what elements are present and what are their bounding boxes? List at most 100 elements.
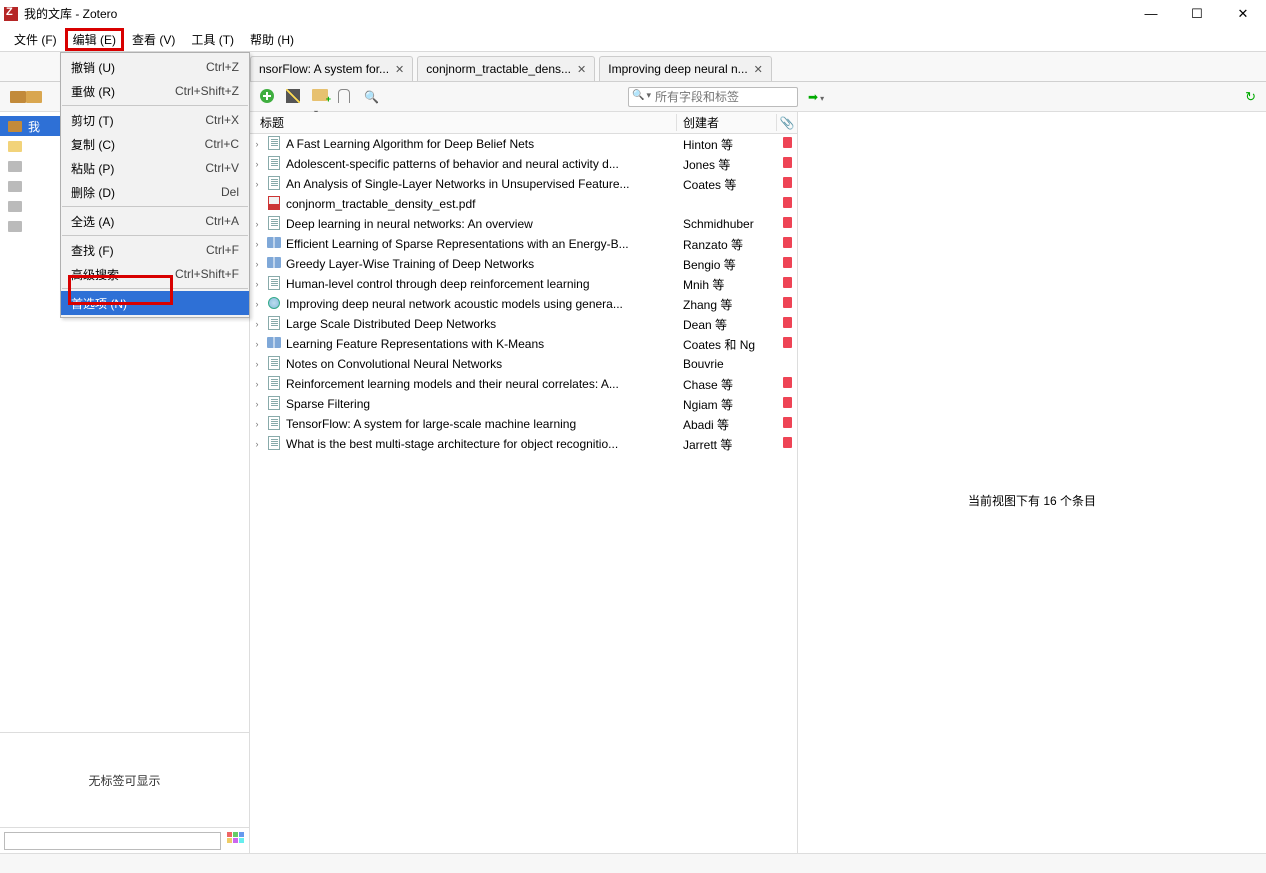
table-row[interactable]: ›An Analysis of Single-Layer Networks in… — [250, 174, 797, 194]
item-title: Learning Feature Representations with K-… — [284, 337, 677, 351]
item-attachment-icon — [777, 297, 797, 311]
item-title: Greedy Layer-Wise Training of Deep Netwo… — [284, 257, 677, 271]
trash-icon — [8, 221, 22, 232]
menu-edit[interactable]: 编辑 (E) — [65, 28, 124, 51]
item-title: Notes on Convolutional Neural Networks — [284, 357, 677, 371]
expand-icon[interactable]: › — [250, 439, 264, 449]
table-row[interactable]: › Reinforcement learning models and their… — [250, 374, 797, 394]
item-creator: Dean 等 — [677, 316, 777, 333]
item-title: Deep learning in neural networks: An ove… — [284, 217, 677, 231]
menu-separator — [62, 288, 248, 289]
item-type-icon — [264, 136, 284, 153]
item-attachment-icon — [777, 197, 797, 211]
menu-preferences[interactable]: 首选项 (N) — [61, 291, 249, 315]
table-row[interactable]: ›Large Scale Distributed Deep NetworksDe… — [250, 314, 797, 334]
menu-redo[interactable]: 重做 (R) Ctrl+Shift+Z — [61, 79, 249, 103]
menu-find[interactable]: 查找 (F) Ctrl+F — [61, 238, 249, 262]
new-collection-icon[interactable] — [10, 91, 26, 103]
maximize-button[interactable]: ☐ — [1174, 0, 1220, 27]
table-row[interactable]: ›Human-level control through deep reinfo… — [250, 274, 797, 294]
column-header-title[interactable]: 标题 — [250, 114, 677, 131]
expand-icon[interactable]: › — [250, 419, 264, 429]
library-icon — [8, 121, 22, 132]
advanced-search-icon[interactable]: 🔍 — [364, 90, 379, 104]
expand-icon[interactable]: › — [250, 259, 264, 269]
close-button[interactable]: ✕ — [1220, 0, 1266, 27]
menu-paste[interactable]: 粘贴 (P) Ctrl+V — [61, 156, 249, 180]
new-note-button[interactable] — [312, 89, 328, 105]
search-mode-dropdown-icon[interactable]: ▾ — [632, 90, 651, 101]
menu-delete[interactable]: 删除 (D) Del — [61, 180, 249, 204]
close-icon[interactable]: ✕ — [754, 63, 763, 76]
expand-icon[interactable]: › — [250, 219, 264, 229]
tag-color-grid-icon[interactable] — [227, 832, 245, 850]
items-column-headers: 标题 创建者 📎 — [250, 112, 797, 134]
item-type-icon — [264, 216, 284, 233]
edit-menu-dropdown: 撤销 (U) Ctrl+Z 重做 (R) Ctrl+Shift+Z 剪切 (T)… — [60, 52, 250, 318]
sync-icon[interactable]: ↻ — [1245, 89, 1256, 105]
locate-button[interactable]: ➡ — [808, 90, 824, 104]
expand-icon[interactable]: › — [250, 359, 264, 369]
item-attachment-icon — [777, 437, 797, 451]
tab-item[interactable]: nsorFlow: A system for... ✕ — [250, 56, 413, 81]
item-title: Reinforcement learning models and their … — [284, 377, 677, 391]
item-attachment-icon — [777, 137, 797, 151]
minimize-button[interactable]: — — [1128, 0, 1174, 27]
expand-icon[interactable]: › — [250, 379, 264, 389]
menu-cut[interactable]: 剪切 (T) Ctrl+X — [61, 108, 249, 132]
menu-help[interactable]: 帮助 (H) — [242, 28, 302, 51]
add-attachment-button[interactable] — [338, 89, 354, 105]
item-title: What is the best multi-stage architectur… — [284, 437, 677, 451]
item-attachment-icon — [777, 157, 797, 171]
column-header-creator[interactable]: 创建者 — [677, 114, 777, 131]
tab-item[interactable]: conjnorm_tractable_dens... ✕ — [417, 56, 595, 81]
menu-file[interactable]: 文件 (F) — [6, 28, 65, 51]
table-row[interactable]: ›A Fast Learning Algorithm for Deep Beli… — [250, 134, 797, 154]
expand-icon[interactable]: › — [250, 339, 264, 349]
expand-icon[interactable]: › — [250, 179, 264, 189]
item-creator: Ngiam 等 — [677, 396, 777, 413]
menu-view[interactable]: 查看 (V) — [124, 28, 183, 51]
expand-icon[interactable]: › — [250, 279, 264, 289]
close-icon[interactable]: ✕ — [577, 63, 586, 76]
expand-icon[interactable]: › — [250, 319, 264, 329]
new-library-icon[interactable] — [26, 91, 42, 103]
item-title: Adolescent-specific patterns of behavior… — [284, 157, 677, 171]
statusbar — [0, 853, 1266, 873]
search-input[interactable] — [628, 87, 798, 107]
table-row[interactable]: › Learning Feature Representations with K… — [250, 334, 797, 354]
table-row[interactable]: › What is the best multi-stage architectu… — [250, 434, 797, 454]
menu-tools[interactable]: 工具 (T) — [183, 28, 242, 51]
table-row[interactable]: › Adolescent-specific patterns of behavio… — [250, 154, 797, 174]
new-item-button[interactable] — [260, 89, 276, 105]
table-row[interactable]: ›Notes on Convolutional Neural NetworksB… — [250, 354, 797, 374]
menu-select-all[interactable]: 全选 (A) Ctrl+A — [61, 209, 249, 233]
item-creator: Abadi 等 — [677, 416, 777, 433]
close-icon[interactable]: ✕ — [395, 63, 404, 76]
table-row[interactable]: › Deep learning in neural networks: An ov… — [250, 214, 797, 234]
table-row[interactable]: ›TensorFlow: A system for large-scale ma… — [250, 414, 797, 434]
expand-icon[interactable]: › — [250, 159, 264, 169]
table-row[interactable]: ›Sparse FilteringNgiam 等 — [250, 394, 797, 414]
add-by-identifier-button[interactable] — [286, 89, 302, 105]
expand-icon[interactable]: › — [250, 299, 264, 309]
table-row[interactable]: ›Efficient Learning of Sparse Representa… — [250, 234, 797, 254]
unfiled-icon — [8, 201, 22, 212]
item-creator: Coates 等 — [677, 176, 777, 193]
item-creator: Jones 等 — [677, 156, 777, 173]
menu-copy[interactable]: 复制 (C) Ctrl+C — [61, 132, 249, 156]
item-creator: Bengio 等 — [677, 256, 777, 273]
item-attachment-icon — [777, 257, 797, 271]
column-header-attachment-icon[interactable]: 📎 — [777, 116, 797, 130]
table-row[interactable]: ›Improving deep neural network acoustic … — [250, 294, 797, 314]
menu-advanced-search[interactable]: 高级搜索 Ctrl+Shift+F — [61, 262, 249, 286]
table-row[interactable]: conjnorm_tractable_density_est.pdf — [250, 194, 797, 214]
item-creator: Coates 和 Ng — [677, 336, 777, 353]
expand-icon[interactable]: › — [250, 239, 264, 249]
tag-filter-input[interactable] — [4, 832, 221, 850]
table-row[interactable]: › Greedy Layer-Wise Training of Deep Netw… — [250, 254, 797, 274]
expand-icon[interactable]: › — [250, 399, 264, 409]
expand-icon[interactable]: › — [250, 139, 264, 149]
tab-item[interactable]: Improving deep neural n... ✕ — [599, 56, 772, 81]
menu-undo[interactable]: 撤销 (U) Ctrl+Z — [61, 55, 249, 79]
